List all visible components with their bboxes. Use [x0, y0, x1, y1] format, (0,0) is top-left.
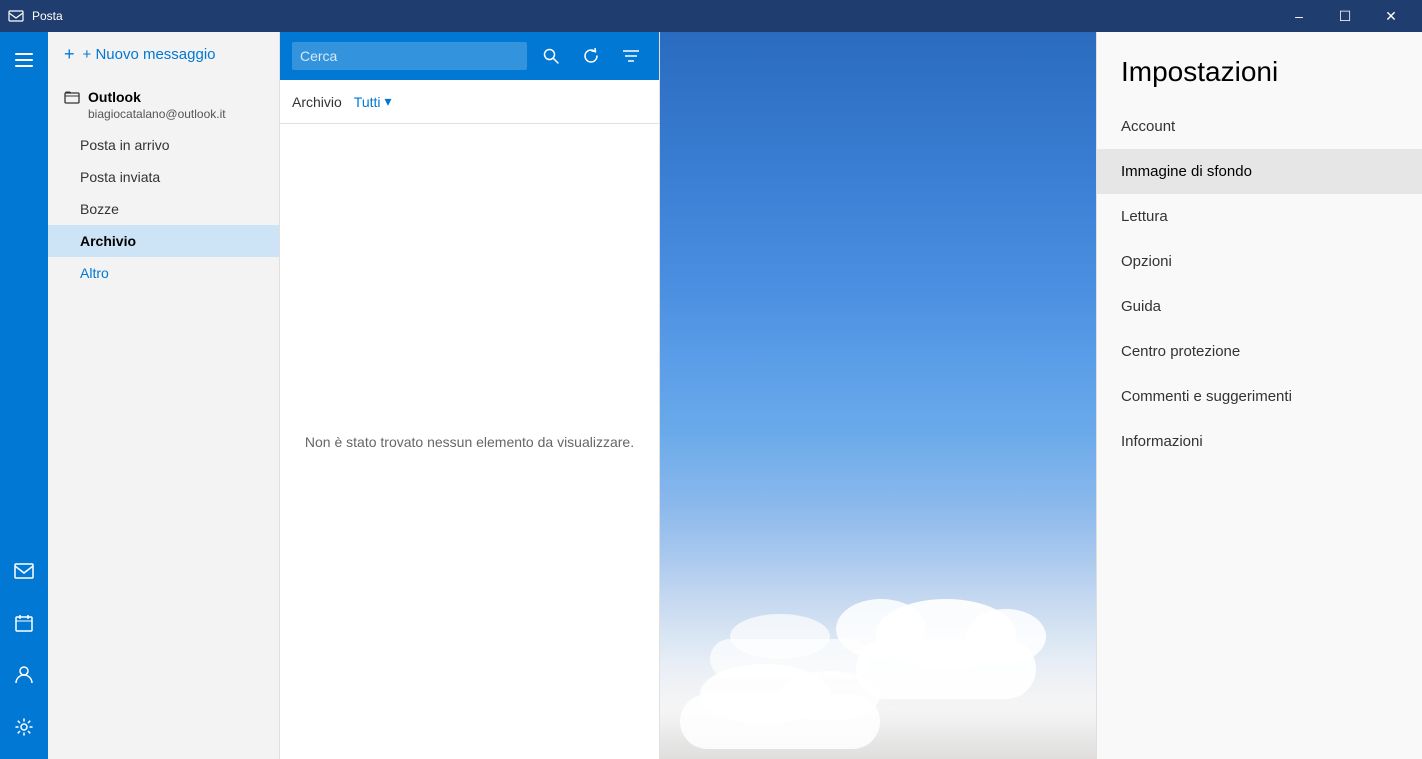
- settings-list: Account Immagine di sfondo Lettura Opzio…: [1097, 104, 1422, 759]
- filter-dropdown[interactable]: Tutti ▾: [354, 93, 392, 110]
- close-button[interactable]: ✕: [1368, 0, 1414, 32]
- app-body: + + Nuovo messaggio Outlook biagiocatala…: [0, 32, 1422, 759]
- titlebar: Posta – ☐ ✕: [0, 0, 1422, 32]
- search-input[interactable]: [292, 42, 527, 70]
- minimize-button[interactable]: –: [1276, 0, 1322, 32]
- folder-item-altro[interactable]: Altro: [48, 257, 279, 289]
- left-nav: [0, 32, 48, 759]
- settings-item-commenti[interactable]: Commenti e suggerimenti: [1097, 374, 1422, 419]
- account-email: biagiocatalano@outlook.it: [88, 107, 263, 121]
- message-empty-state: Non è stato trovato nessun elemento da v…: [280, 124, 659, 759]
- gear-nav-button[interactable]: [0, 703, 48, 751]
- settings-item-lettura[interactable]: Lettura: [1097, 194, 1422, 239]
- calendar-nav-button[interactable]: [0, 599, 48, 647]
- settings-item-centro-protezione[interactable]: Centro protezione: [1097, 329, 1422, 374]
- plus-icon: +: [64, 44, 75, 65]
- settings-item-guida[interactable]: Guida: [1097, 284, 1422, 329]
- folder-panel: + + Nuovo messaggio Outlook biagiocatala…: [48, 32, 280, 759]
- filter-icon-button[interactable]: [615, 40, 647, 72]
- account-section: Outlook biagiocatalano@outlook.it: [48, 77, 279, 129]
- account-name: Outlook: [88, 89, 141, 105]
- folder-item-bozze[interactable]: Bozze: [48, 193, 279, 225]
- app-icon: [8, 8, 24, 24]
- chevron-down-icon: ▾: [385, 93, 392, 110]
- message-toolbar: [280, 32, 659, 80]
- mail-nav-button[interactable]: [0, 547, 48, 595]
- settings-item-opzioni[interactable]: Opzioni: [1097, 239, 1422, 284]
- folder-item-archivio[interactable]: Archivio: [48, 225, 279, 257]
- folder-item-posta-inviata[interactable]: Posta inviata: [48, 161, 279, 193]
- titlebar-title: Posta: [8, 8, 63, 24]
- app-title: Posta: [32, 9, 63, 23]
- cloud-group-2: [660, 669, 980, 749]
- account-name-row[interactable]: Outlook: [64, 89, 263, 105]
- settings-item-immagine-sfondo[interactable]: Immagine di sfondo: [1097, 149, 1422, 194]
- folder-list: Posta in arrivo Posta inviata Bozze Arch…: [48, 129, 279, 759]
- filter-archive-label: Archivio: [292, 94, 342, 110]
- settings-title: Impostazioni: [1097, 32, 1422, 104]
- settings-panel: Impostazioni Account Immagine di sfondo …: [1096, 32, 1422, 759]
- search-button[interactable]: [535, 40, 567, 72]
- message-panel: Archivio Tutti ▾ Non è stato trovato nes…: [280, 32, 660, 759]
- people-nav-button[interactable]: [0, 651, 48, 699]
- message-filter-bar: Archivio Tutti ▾: [280, 80, 659, 124]
- preview-area: [660, 32, 1096, 759]
- settings-item-informazioni[interactable]: Informazioni: [1097, 419, 1422, 464]
- nav-bottom: [0, 547, 48, 759]
- cloud-group-3: [710, 619, 910, 679]
- settings-item-account[interactable]: Account: [1097, 104, 1422, 149]
- maximize-button[interactable]: ☐: [1322, 0, 1368, 32]
- hamburger-button[interactable]: [0, 36, 48, 84]
- folder-icon: [64, 89, 80, 105]
- titlebar-controls: – ☐ ✕: [1276, 0, 1414, 32]
- folder-item-posta-in-arrivo[interactable]: Posta in arrivo: [48, 129, 279, 161]
- new-message-label: + Nuovo messaggio: [83, 46, 216, 63]
- new-message-button[interactable]: + + Nuovo messaggio: [48, 32, 279, 77]
- refresh-button[interactable]: [575, 40, 607, 72]
